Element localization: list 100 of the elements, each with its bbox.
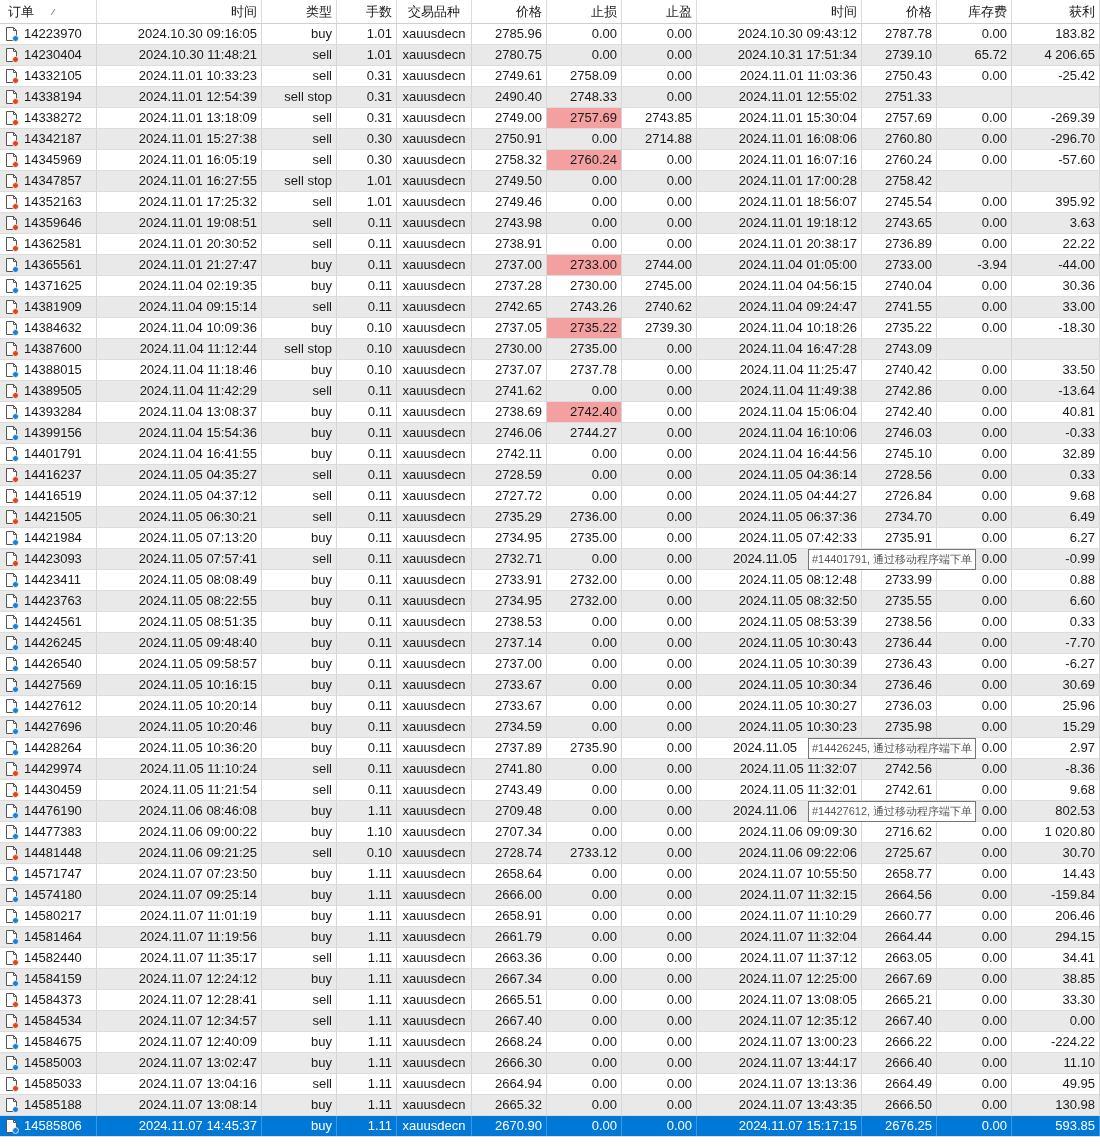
order-number: 14426540 <box>24 655 82 674</box>
table-row[interactable]: 14342187 2024.11.01 15:27:38 sell 0.30 xauusdecn 2750.91 0.00 2714.88 2024.11.01 16:08:06 2760.80 0.00 -296.70 <box>0 129 1100 150</box>
close-time: 2024.11.07 12:35:12 <box>738 1012 857 1031</box>
take-profit: 0.00 <box>666 970 692 989</box>
table-row[interactable]: 14424561 2024.11.05 08:51:35 buy 0.11 xauusdecn 2738.53 0.00 0.00 2024.11.05 08:53:39 2738.56 0.00 0.33 <box>0 612 1100 633</box>
table-row[interactable]: 14429974 2024.11.05 11:10:24 sell 0.11 xauusdecn 2741.80 0.00 0.00 2024.11.05 11:32:07 2742.56 0.00 -8.36 <box>0 759 1100 780</box>
close-price: 2716.62 <box>885 823 932 842</box>
close-time: 2024.11.04 15:06:04 <box>738 403 857 422</box>
swap: 0.00 <box>981 655 1007 674</box>
column-header[interactable]: 订单 <box>0 0 97 23</box>
column-header[interactable]: 止损 <box>547 0 622 23</box>
swap: 0.00 <box>981 361 1007 380</box>
close-price: 2760.24 <box>885 151 932 170</box>
table-row[interactable]: 14427696 2024.11.05 10:20:46 buy 0.11 xauusdecn 2734.59 0.00 0.00 2024.11.05 10:30:23 2735.98 0.00 15.29 <box>0 717 1100 738</box>
table-row[interactable]: 14352163 2024.11.01 17:25:32 sell 1.01 xauusdecn 2749.46 0.00 0.00 2024.11.01 18:56:07 2745.54 0.00 395.92 <box>0 192 1100 213</box>
table-row[interactable]: 14584534 2024.11.07 12:34:57 sell 1.11 xauusdecn 2667.40 0.00 0.00 2024.11.07 12:35:12 2667.40 0.00 0.00 <box>0 1011 1100 1032</box>
open-time: 2024.11.07 11:19:56 <box>139 928 257 947</box>
profit: 3.63 <box>1069 214 1095 233</box>
order-icon <box>4 320 20 336</box>
table-row[interactable]: 14423411 2024.11.05 08:08:49 buy 0.11 xauusdecn 2733.91 2732.00 0.00 2024.11.05 08:12:48 2733.99 0.00 0.88 <box>0 570 1100 591</box>
table-row[interactable]: 14426540 2024.11.05 09:58:57 buy 0.11 xauusdecn 2737.00 0.00 0.00 2024.11.05 10:30:39 2736.43 0.00 -6.27 <box>0 654 1100 675</box>
close-price: 2658.77 <box>885 865 932 884</box>
column-header[interactable]: 类型 <box>262 0 337 23</box>
table-row[interactable]: 14401791 2024.11.04 16:41:55 buy 0.11 xauusdecn 2742.11 0.00 0.00 2024.11.04 16:44:56 2745.10 0.00 32.89 <box>0 444 1100 465</box>
table-row[interactable]: 14416519 2024.11.05 04:37:12 sell 0.11 xauusdecn 2727.72 0.00 0.00 2024.11.05 04:44:27 2726.84 0.00 9.68 <box>0 486 1100 507</box>
table-row[interactable]: 14338272 2024.11.01 13:18:09 sell 0.31 xauusdecn 2749.00 2757.69 2743.85 2024.11.01 15:30:04 2757.69 0.00 -269.39 <box>0 108 1100 129</box>
order-type: sell <box>312 235 332 254</box>
table-row[interactable]: 14427569 2024.11.05 10:16:15 buy 0.11 xauusdecn 2733.67 0.00 0.00 2024.11.05 10:30:34 2736.46 0.00 30.69 <box>0 675 1100 696</box>
table-row[interactable]: 14421505 2024.11.05 06:30:21 sell 0.11 xauusdecn 2735.29 2736.00 0.00 2024.11.05 06:37:36 2734.70 0.00 6.49 <box>0 507 1100 528</box>
table-row[interactable]: 14427612 2024.11.05 10:20:14 buy 0.11 xauusdecn 2733.67 0.00 0.00 2024.11.05 10:30:27 2736.03 0.00 25.96 <box>0 696 1100 717</box>
order-type: sell stop <box>284 340 332 359</box>
column-header[interactable]: 交易品种 <box>397 0 472 23</box>
column-header[interactable]: 时间 <box>697 0 862 23</box>
table-row[interactable]: 14389505 2024.11.04 11:42:29 sell 0.11 xauusdecn 2741.62 0.00 0.00 2024.11.04 11:49:38 2742.86 0.00 -13.64 <box>0 381 1100 402</box>
table-row[interactable]: 14430459 2024.11.05 11:21:54 sell 0.11 xauusdecn 2743.49 0.00 0.00 2024.11.05 11:32:01 2742.61 0.00 9.68 <box>0 780 1100 801</box>
order-number: 14393284 <box>24 403 82 422</box>
table-row[interactable]: 14423763 2024.11.05 08:22:55 buy 0.11 xauusdecn 2734.95 2732.00 0.00 2024.11.05 08:32:50 2735.55 0.00 6.60 <box>0 591 1100 612</box>
table-row[interactable]: 14584675 2024.11.07 12:40:09 buy 1.11 xauusdecn 2668.24 0.00 0.00 2024.11.07 13:00:23 2666.22 0.00 -224.22 <box>0 1032 1100 1053</box>
table-row[interactable]: 14585188 2024.11.07 13:08:14 buy 1.11 xauusdecn 2665.32 0.00 0.00 2024.11.07 13:43:35 2666.50 0.00 130.98 <box>0 1095 1100 1116</box>
table-row[interactable]: 14476190 2024.11.06 08:46:08 buy 1.11 xauusdecn 2709.48 0.00 0.00 2024.11.06 #14427612, 通过移动程序端下单 0.00 802.53 <box>0 801 1100 822</box>
order-type: sell <box>312 487 332 506</box>
table-row[interactable]: 14362581 2024.11.01 20:30:52 sell 0.11 xauusdecn 2738.91 0.00 0.00 2024.11.01 20:38:17 2736.89 0.00 22.22 <box>0 234 1100 255</box>
volume: 0.11 <box>367 298 392 317</box>
order-icon <box>4 131 20 147</box>
column-header[interactable]: 时间 <box>97 0 262 23</box>
close-time: 2024.10.31 17:51:34 <box>737 46 857 65</box>
order-number: 14477383 <box>24 823 82 842</box>
column-header[interactable]: 手数 <box>337 0 397 23</box>
table-row[interactable]: 14338194 2024.11.01 12:54:39 sell stop 0.31 xauusdecn 2490.40 2748.33 0.00 2024.11.01 12:55:02 2751.33 <box>0 87 1100 108</box>
table-row[interactable]: 14581464 2024.11.07 11:19:56 buy 1.11 xauusdecn 2661.79 0.00 0.00 2024.11.07 11:32:04 2664.44 0.00 294.15 <box>0 927 1100 948</box>
volume: 1.01 <box>366 172 392 191</box>
stop-loss: 0.00 <box>591 781 617 800</box>
table-row[interactable]: 14426245 2024.11.05 09:48:40 buy 0.11 xauusdecn 2737.14 0.00 0.00 2024.11.05 10:30:43 2736.44 0.00 -7.70 <box>0 633 1100 654</box>
take-profit: 2743.85 <box>645 109 692 128</box>
table-row[interactable]: 14332105 2024.11.01 10:33:23 sell 0.31 xauusdecn 2749.61 2758.09 0.00 2024.11.01 11:03:36 2750.43 0.00 -25.42 <box>0 66 1100 87</box>
column-header[interactable]: 止盈 <box>622 0 697 23</box>
table-row[interactable]: 14580217 2024.11.07 11:01:19 buy 1.11 xauusdecn 2658.91 0.00 0.00 2024.11.07 11:10:29 2660.77 0.00 206.46 <box>0 906 1100 927</box>
table-row[interactable]: 14571747 2024.11.07 07:23:50 buy 1.11 xauusdecn 2658.64 0.00 0.00 2024.11.07 10:55:50 2658.77 0.00 14.43 <box>0 864 1100 885</box>
table-row[interactable]: 14387600 2024.11.04 11:12:44 sell stop 0.10 xauusdecn 2730.00 2735.00 0.00 2024.11.04 16:47:28 2743.09 <box>0 339 1100 360</box>
table-row[interactable]: 14421984 2024.11.05 07:13:20 buy 0.11 xauusdecn 2734.95 2735.00 0.00 2024.11.05 07:42:33 2735.91 0.00 6.27 <box>0 528 1100 549</box>
table-row[interactable]: 14365561 2024.11.01 21:27:47 buy 0.11 xauusdecn 2737.00 2733.00 2744.00 2024.11.04 01:05:00 2733.00 -3.94 -44.00 <box>0 255 1100 276</box>
column-header[interactable]: 获利 <box>1012 0 1100 23</box>
table-row[interactable]: 14384632 2024.11.04 10:09:36 buy 0.10 xauusdecn 2737.05 2735.22 2739.30 2024.11.04 10:18:26 2735.22 0.00 -18.30 <box>0 318 1100 339</box>
open-price: 2737.89 <box>495 739 542 758</box>
table-row[interactable]: 14428264 2024.11.05 10:36:20 buy 0.11 xauusdecn 2737.89 2735.90 0.00 2024.11.05 #14426245, 通过移动程序端下单 0.00 2.97 <box>0 738 1100 759</box>
table-row[interactable]: 14345969 2024.11.01 16:05:19 sell 0.30 xauusdecn 2758.32 2760.24 0.00 2024.11.01 16:07:16 2760.24 0.00 -57.60 <box>0 150 1100 171</box>
volume: 1.11 <box>367 907 392 926</box>
table-row[interactable]: 14381909 2024.11.04 09:15:14 sell 0.11 xauusdecn 2742.65 2743.26 2740.62 2024.11.04 09:24:47 2741.55 0.00 33.00 <box>0 297 1100 318</box>
table-row[interactable]: 14585003 2024.11.07 13:02:47 buy 1.11 xauusdecn 2666.30 0.00 0.00 2024.11.07 13:44:17 2666.40 0.00 11.10 <box>0 1053 1100 1074</box>
profit: 2.97 <box>1069 739 1095 758</box>
table-row[interactable]: 14347857 2024.11.01 16:27:55 sell stop 1.01 xauusdecn 2749.50 0.00 0.00 2024.11.01 17:00:28 2758.42 <box>0 171 1100 192</box>
table-row[interactable]: 14477383 2024.11.06 09:00:22 buy 1.10 xauusdecn 2707.34 0.00 0.00 2024.11.06 09:09:30 2716.62 0.00 1 020.80 <box>0 822 1100 843</box>
profit: -296.70 <box>1050 130 1095 149</box>
volume: 0.11 <box>367 718 392 737</box>
volume: 1.11 <box>367 991 392 1010</box>
table-row[interactable]: 14481448 2024.11.06 09:21:25 sell 0.10 xauusdecn 2728.74 2733.12 0.00 2024.11.06 09:22:06 2725.67 0.00 30.70 <box>0 843 1100 864</box>
profit: 593.85 <box>1055 1117 1095 1136</box>
table-row[interactable]: 14399156 2024.11.04 15:54:36 buy 0.11 xauusdecn 2746.06 2744.27 0.00 2024.11.04 16:10:06 2746.03 0.00 -0.33 <box>0 423 1100 444</box>
table-row[interactable]: 14223970 2024.10.30 09:16:05 buy 1.01 xauusdecn 2785.96 0.00 0.00 2024.10.30 09:43:12 2787.78 0.00 183.82 <box>0 24 1100 45</box>
table-row[interactable]: 14371625 2024.11.04 02:19:35 buy 0.11 xauusdecn 2737.28 2730.00 2745.00 2024.11.04 04:56:15 2740.04 0.00 30.36 <box>0 276 1100 297</box>
column-header[interactable]: 库存费 <box>937 0 1012 23</box>
table-row[interactable]: 14388015 2024.11.04 11:18:46 buy 0.10 xauusdecn 2737.07 2737.78 0.00 2024.11.04 11:25:47 2740.42 0.00 33.50 <box>0 360 1100 381</box>
table-row[interactable]: 14574180 2024.11.07 09:25:14 buy 1.11 xauusdecn 2666.00 0.00 0.00 2024.11.07 11:32:15 2664.56 0.00 -159.84 <box>0 885 1100 906</box>
table-row[interactable]: 14423093 2024.11.05 07:57:41 sell 0.11 xauusdecn 2732.71 0.00 0.00 2024.11.05 #14401791, 通过移动程序端下单 0.00 -0.99 <box>0 549 1100 570</box>
stop-loss: 0.00 <box>591 1117 617 1136</box>
table-row[interactable]: 14393284 2024.11.04 13:08:37 buy 0.11 xauusdecn 2738.69 2742.40 0.00 2024.11.04 15:06:04 2742.40 0.00 40.81 <box>0 402 1100 423</box>
table-row[interactable]: 14359646 2024.11.01 19:08:51 sell 0.11 xauusdecn 2743.98 0.00 0.00 2024.11.01 19:18:12 2743.65 0.00 3.63 <box>0 213 1100 234</box>
table-row[interactable]: 14584159 2024.11.07 12:24:12 buy 1.11 xauusdecn 2667.34 0.00 0.00 2024.11.07 12:25:00 2667.69 0.00 38.85 <box>0 969 1100 990</box>
table-row[interactable]: 14585033 2024.11.07 13:04:16 sell 1.11 xauusdecn 2664.94 0.00 0.00 2024.11.07 13:13:36 2664.49 0.00 49.95 <box>0 1074 1100 1095</box>
column-header[interactable]: 价格 <box>472 0 547 23</box>
table-row[interactable]: 14416237 2024.11.05 04:35:27 sell 0.11 xauusdecn 2728.59 0.00 0.00 2024.11.05 04:36:14 2728.56 0.00 0.33 <box>0 465 1100 486</box>
swap: 0.00 <box>981 1096 1007 1115</box>
order-type: sell <box>312 46 332 65</box>
volume: 0.11 <box>367 613 392 632</box>
table-row[interactable]: 14585806 2024.11.07 14:45:37 buy 1.11 xauusdecn 2670.90 0.00 0.00 2024.11.07 15:17:15 2676.25 0.00 593.85 <box>0 1116 1100 1137</box>
table-row[interactable]: 14582440 2024.11.07 11:35:17 sell 1.11 xauusdecn 2663.36 0.00 0.00 2024.11.07 11:37:12 2663.05 0.00 34.41 <box>0 948 1100 969</box>
table-row[interactable]: 14584373 2024.11.07 12:28:41 sell 1.11 xauusdecn 2665.51 0.00 0.00 2024.11.07 13:08:05 2665.21 0.00 33.30 <box>0 990 1100 1011</box>
table-row[interactable]: 14230404 2024.10.30 11:48:21 sell 1.01 xauusdecn 2780.75 0.00 0.00 2024.10.31 17:51:34 2739.10 65.72 4 206.65 <box>0 45 1100 66</box>
take-profit: 0.00 <box>666 1054 692 1073</box>
column-header[interactable]: 价格 <box>862 0 937 23</box>
